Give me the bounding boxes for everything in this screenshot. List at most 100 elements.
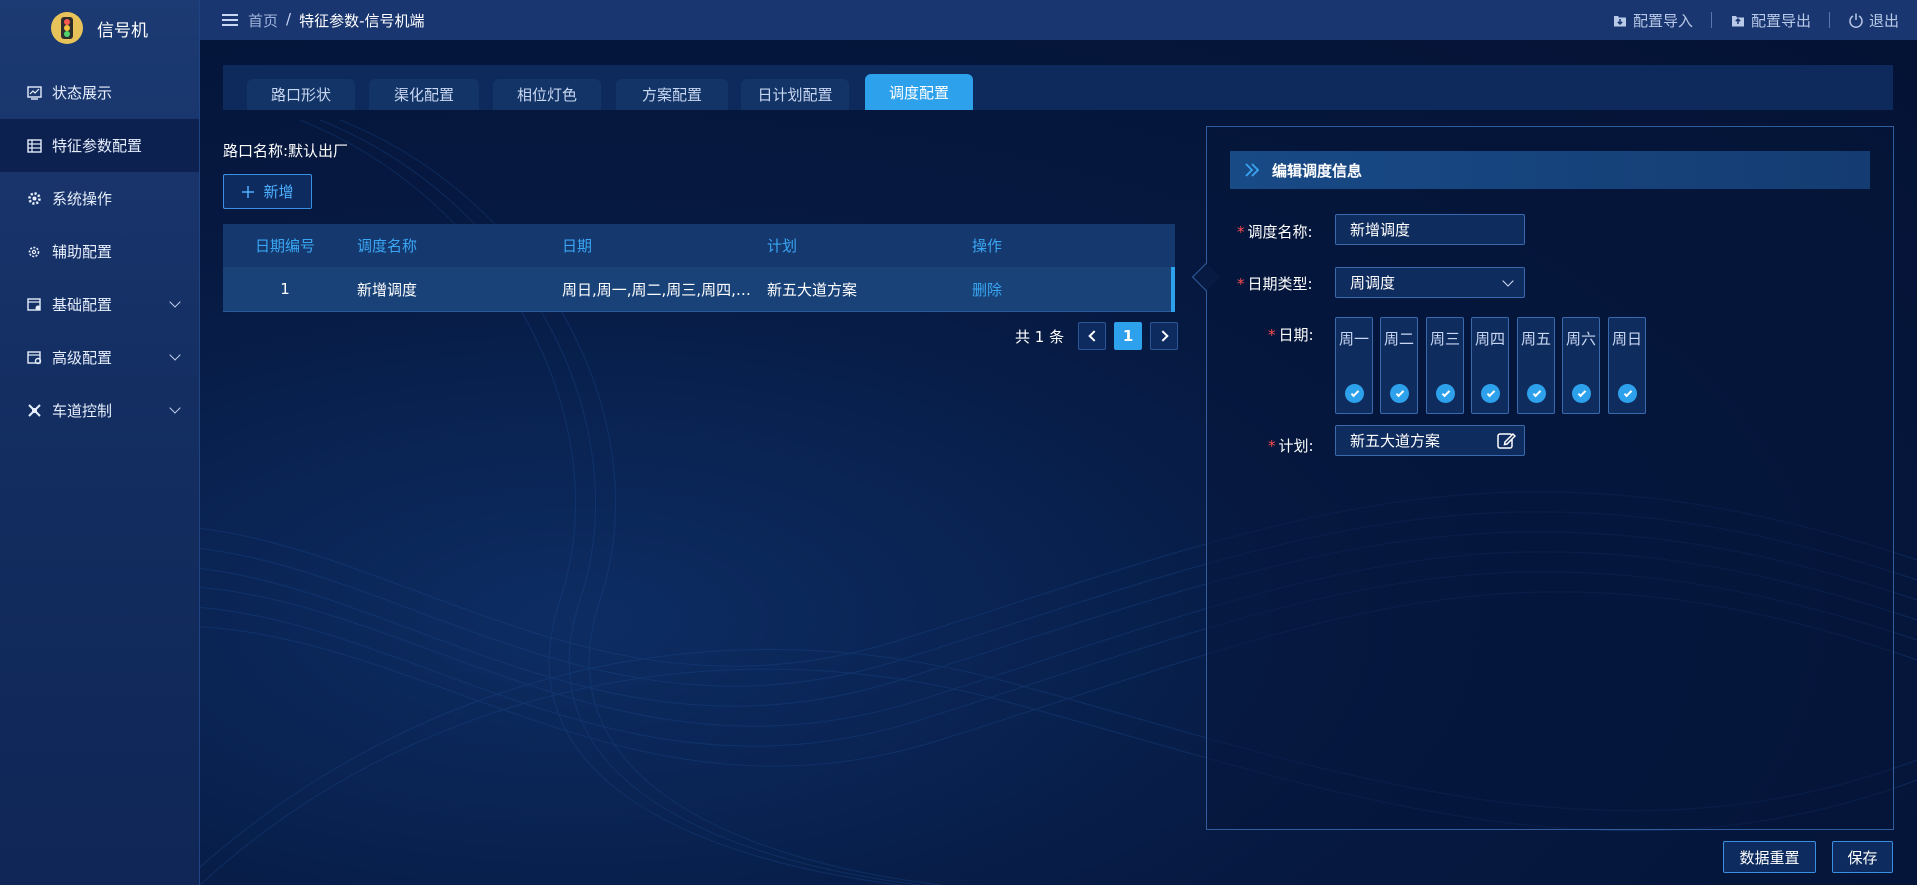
add-button[interactable]: 新增 <box>223 174 312 209</box>
header-divider <box>1828 12 1830 28</box>
gear-icon <box>26 191 42 207</box>
page-number-button[interactable]: 1 <box>1114 322 1143 350</box>
day-toggle-wed[interactable]: 周三 <box>1426 317 1464 414</box>
chevron-left-icon <box>1087 330 1100 342</box>
panel-title: 编辑调度信息 <box>1272 161 1363 180</box>
add-button-label: 新增 <box>263 183 294 201</box>
sidebar-item-label: 系统操作 <box>52 190 113 208</box>
breadcrumb-current: 特征参数-信号机端 <box>299 11 425 30</box>
day-toggle-mon[interactable]: 周一 <box>1335 317 1373 414</box>
schedule-name-input[interactable]: 新增调度 <box>1335 214 1525 245</box>
check-icon <box>1390 384 1409 403</box>
chevron-down-icon <box>1502 275 1514 287</box>
breadcrumb: 首页 / 特征参数-信号机端 <box>248 10 425 31</box>
check-icon <box>1481 384 1500 403</box>
config-export-button[interactable]: 配置导出 <box>1730 10 1811 31</box>
day-toggle-sun[interactable]: 周日 <box>1608 317 1646 414</box>
tab-day-plan[interactable]: 日计划配置 <box>741 79 849 110</box>
column-header: 调度名称 <box>357 237 418 255</box>
date-label: * 日期: <box>1268 326 1314 344</box>
column-header: 操作 <box>972 237 1003 255</box>
breadcrumb-separator: / <box>286 9 292 28</box>
table-row[interactable]: 1 新增调度 周日,周一,周二,周三,周四,周五,周六 新五大道方案 删除 <box>223 267 1175 312</box>
pagination: 共 1 条 1 <box>1015 322 1179 350</box>
sidebar-item-basic-config[interactable]: 基础配置 <box>0 278 199 331</box>
app-root: 信号机 状态展示 特征参数配置 系统操作 辅助配置 基础配置 高级配置 车道控制… <box>0 0 1917 885</box>
cell-name: 新增调度 <box>357 280 418 299</box>
config-export-label: 配置导出 <box>1750 11 1811 30</box>
tab-plan-config[interactable]: 方案配置 <box>616 79 728 110</box>
chevron-right-icon <box>1156 330 1169 342</box>
check-icon <box>1572 384 1591 403</box>
settings-small-icon <box>26 244 42 260</box>
breadcrumb-home[interactable]: 首页 <box>248 10 278 31</box>
reset-data-button[interactable]: 数据重置 <box>1723 841 1816 873</box>
cell-plan: 新五大道方案 <box>767 280 858 299</box>
crossing-name: 路口名称:默认出厂 <box>223 142 349 160</box>
plan-label: * 计划: <box>1268 437 1314 455</box>
sidebar-item-aux-config[interactable]: 辅助配置 <box>0 225 199 278</box>
sidebar-item-system-ops[interactable]: 系统操作 <box>0 172 199 225</box>
config-import-button[interactable]: 配置导入 <box>1612 10 1693 31</box>
tab-schedule[interactable]: 调度配置 <box>865 74 973 110</box>
sidebar-nav: 状态展示 特征参数配置 系统操作 辅助配置 基础配置 高级配置 车道控制 <box>0 66 199 437</box>
sidebar-item-lane-control[interactable]: 车道控制 <box>0 384 199 437</box>
schedule-name-label: * 调度名称: <box>1237 223 1313 241</box>
logout-label: 退出 <box>1868 11 1899 30</box>
tab-channelization[interactable]: 渠化配置 <box>369 79 479 110</box>
monitor-icon <box>26 85 42 101</box>
config-import-label: 配置导入 <box>1632 11 1693 30</box>
edit-icon[interactable] <box>1496 431 1516 451</box>
delete-link[interactable]: 删除 <box>972 281 1002 299</box>
save-button[interactable]: 保存 <box>1832 841 1893 873</box>
check-icon <box>1345 384 1364 403</box>
sidebar-item-feature-params[interactable]: 特征参数配置 <box>0 119 199 172</box>
chevron-down-icon <box>169 402 181 414</box>
plan-input[interactable]: 新五大道方案 <box>1335 425 1525 456</box>
check-icon <box>1618 384 1637 403</box>
config-tabs: 路口形状 渠化配置 相位灯色 方案配置 日计划配置 调度配置 <box>223 65 1893 110</box>
cell-id: 1 <box>280 280 290 298</box>
header-divider <box>1710 12 1712 28</box>
sidebar-item-label: 基础配置 <box>52 296 113 314</box>
schedule-table: 日期编号 调度名称 日期 计划 操作 1 新增调度 周日,周一,周二,周三,周四… <box>223 224 1175 312</box>
date-type-select[interactable]: 周调度 <box>1335 267 1525 298</box>
column-header: 日期 <box>562 237 593 255</box>
day-toggle-thu[interactable]: 周四 <box>1471 317 1509 414</box>
next-page-button[interactable] <box>1150 322 1179 350</box>
menu-toggle-icon[interactable] <box>222 14 238 26</box>
panel-header: 编辑调度信息 <box>1230 151 1870 189</box>
sidebar-item-label: 高级配置 <box>52 349 113 367</box>
date-type-label: * 日期类型: <box>1237 275 1313 293</box>
header-actions: 配置导入 配置导出 退出 <box>1612 0 1899 40</box>
prev-page-button[interactable] <box>1078 322 1107 350</box>
check-icon <box>1436 384 1455 403</box>
edit-schedule-panel: 编辑调度信息 * 调度名称: 新增调度 * 日期类型: 周调度 * 日期: 周一 周二… <box>1191 126 1894 830</box>
sidebar-item-label: 特征参数配置 <box>52 137 143 155</box>
sidebar-item-label: 辅助配置 <box>52 243 113 261</box>
top-header: 首页 / 特征参数-信号机端 配置导入 配置导出 退出 <box>200 0 1917 40</box>
app-title: 信号机 <box>97 20 148 41</box>
column-header: 计划 <box>767 237 798 255</box>
table-icon <box>26 138 42 154</box>
day-toggle-sat[interactable]: 周六 <box>1562 317 1600 414</box>
sidebar-item-advanced-config[interactable]: 高级配置 <box>0 331 199 384</box>
sidebar-item-label: 状态展示 <box>52 84 113 102</box>
sidebar-item-status[interactable]: 状态展示 <box>0 66 199 119</box>
chevron-down-icon <box>169 296 181 308</box>
total-count: 共 1 条 <box>1015 327 1065 346</box>
day-toggle-tue[interactable]: 周二 <box>1380 317 1418 414</box>
panel-pointer <box>1191 262 1221 292</box>
import-icon <box>1613 16 1626 27</box>
sidebar-item-label: 车道控制 <box>52 402 113 420</box>
tab-crossing-shape[interactable]: 路口形状 <box>247 79 355 110</box>
traffic-light-icon <box>51 12 83 44</box>
check-icon <box>1527 384 1546 403</box>
tab-phase-lights[interactable]: 相位灯色 <box>493 79 601 110</box>
logout-button[interactable]: 退出 <box>1848 10 1899 31</box>
config-icon <box>26 297 42 313</box>
day-toggle-fri[interactable]: 周五 <box>1517 317 1555 414</box>
plus-icon <box>242 185 255 198</box>
chevron-down-icon <box>169 349 181 361</box>
app-logo: 信号机 <box>0 0 199 56</box>
